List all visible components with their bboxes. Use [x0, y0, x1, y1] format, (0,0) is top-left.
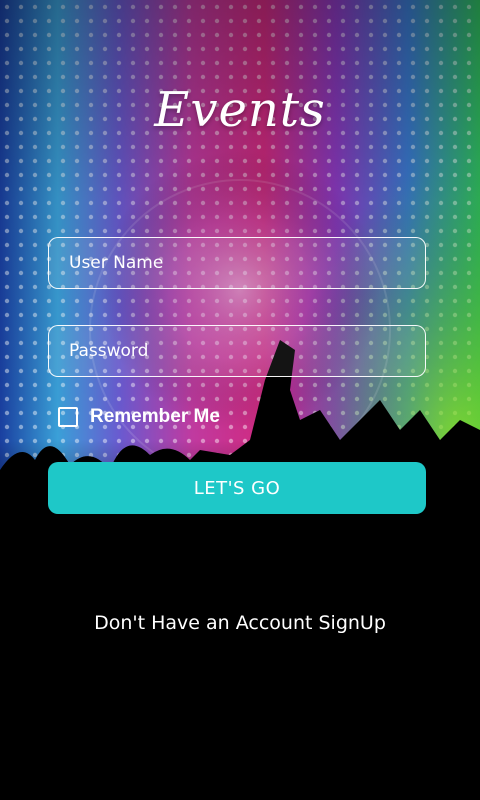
logo-text: Events: [154, 82, 326, 138]
password-field[interactable]: [48, 325, 426, 377]
login-screen: Events Remember Me LET'S GO Don't Have a…: [0, 0, 480, 800]
username-input[interactable]: [49, 238, 425, 288]
remember-me-checkbox[interactable]: [58, 407, 78, 427]
password-input[interactable]: [49, 326, 425, 376]
remember-me-label: Remember Me: [90, 406, 220, 427]
remember-me-row[interactable]: Remember Me: [58, 404, 220, 430]
signup-link[interactable]: Don't Have an Account SignUp: [0, 612, 480, 634]
username-field[interactable]: [48, 237, 426, 289]
lets-go-button[interactable]: LET'S GO: [48, 462, 426, 514]
events-logo: Events: [0, 70, 480, 150]
